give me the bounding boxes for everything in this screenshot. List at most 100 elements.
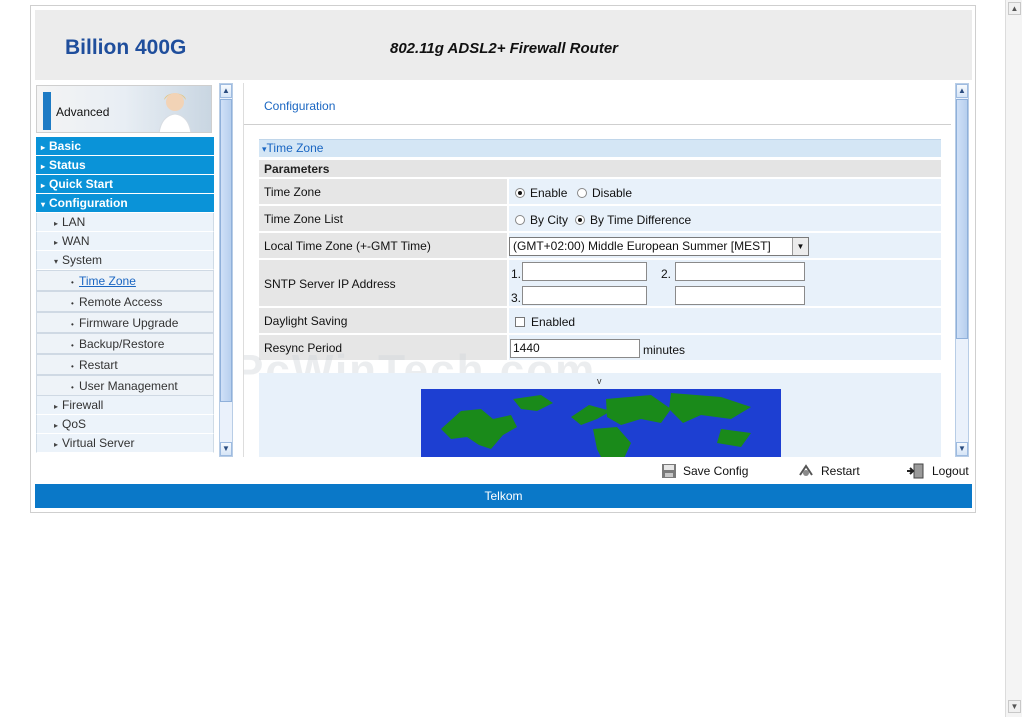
nav-time-zone[interactable]: • Time Zone (36, 270, 214, 291)
radio-enable[interactable] (515, 188, 525, 198)
daylight-saving-option[interactable]: Enabled (515, 315, 575, 329)
daylight-saving-value: Enabled (509, 308, 941, 333)
dot-icon: • (71, 320, 74, 329)
section-title: Time Zone (266, 141, 324, 155)
nav-wan[interactable]: ▸ WAN (36, 232, 214, 251)
params-header: Parameters (264, 162, 330, 176)
nav-restart[interactable]: • Restart (36, 354, 214, 375)
resync-period-input[interactable]: 1440 (510, 339, 640, 358)
nav-firmware-upgrade-label: Firmware Upgrade (79, 316, 179, 330)
logout-button[interactable]: Logout (906, 463, 969, 479)
sntp-1-label: 1. (511, 267, 522, 281)
sntp-2-input[interactable] (675, 262, 805, 281)
nav-lan-label: LAN (62, 215, 86, 229)
sidebar-scrollbar[interactable]: ▲ ▼ (219, 83, 233, 457)
scroll-up-arrow-icon[interactable]: ▲ (220, 84, 232, 98)
sidebar-scroll-thumb[interactable] (220, 99, 232, 402)
row-time-zone: Time Zone Enable Disable (259, 179, 941, 206)
nav-configuration[interactable]: ▾ Configuration (36, 194, 214, 213)
nav-system[interactable]: ▾ System (36, 251, 214, 270)
breadcrumb[interactable]: Configuration (264, 99, 335, 113)
nav-basic[interactable]: ▸ Basic (36, 137, 214, 156)
browser-scrollbar[interactable]: ▲ ▼ (1005, 0, 1022, 717)
nav-virtual-server[interactable]: ▸ Virtual Server (36, 434, 214, 453)
arrow-right-icon: ▸ (41, 143, 46, 152)
nav-user-management[interactable]: • User Management (36, 375, 214, 396)
nav-remote-access-label: Remote Access (79, 295, 163, 309)
nav-quick-start[interactable]: ▸ Quick Start (36, 175, 214, 194)
nav-backup-restore[interactable]: • Backup/Restore (36, 333, 214, 354)
params-header-row: Parameters (259, 160, 941, 179)
time-zone-enable[interactable]: Enable (515, 186, 567, 200)
daylight-saving-checkbox[interactable] (515, 317, 525, 327)
map-caret: v (597, 376, 602, 386)
sntp-1-input[interactable] (522, 262, 647, 281)
row-time-zone-list: Time Zone List By City By Time Differenc… (259, 206, 941, 233)
arrow-right-icon: ▸ (54, 219, 59, 228)
resync-period-unit: minutes (643, 343, 686, 357)
restart-button[interactable]: Restart (797, 463, 860, 479)
nav-qos-label: QoS (62, 417, 87, 431)
nav-quick-start-label: Quick Start (49, 177, 114, 191)
arrow-right-icon: ▸ (54, 238, 59, 247)
nav-status[interactable]: ▸ Status (36, 156, 214, 175)
section-header-time-zone[interactable]: ▾Time Zone (259, 139, 941, 157)
nav-qos[interactable]: ▸ QoS (36, 415, 214, 434)
scroll-down-arrow-icon[interactable]: ▼ (1008, 700, 1021, 713)
scroll-down-arrow-icon[interactable]: ▼ (220, 442, 232, 456)
local-time-zone-value: (GMT+02:00) Middle European Summer [MEST… (509, 233, 941, 258)
content-scroll-thumb[interactable] (956, 99, 968, 339)
resync-period-label: Resync Period (259, 335, 507, 360)
nav-firmware-upgrade[interactable]: • Firmware Upgrade (36, 312, 214, 333)
main-content: Configuration ▾Time Zone Parameters Time… (243, 83, 951, 457)
time-zone-disable[interactable]: Disable (577, 186, 632, 200)
daylight-saving-label: Daylight Saving (259, 308, 507, 333)
scroll-down-arrow-icon[interactable]: ▼ (956, 442, 968, 456)
router-frame: Billion 400G 802.11g ADSL2+ Firewall Rou… (30, 5, 976, 513)
local-time-zone-select[interactable]: (GMT+02:00) Middle European Summer [MEST… (509, 237, 809, 256)
sntp-server-value: 1. 2. 3. (509, 260, 941, 306)
dot-icon: • (71, 299, 74, 308)
chevron-down-icon[interactable]: ▼ (792, 238, 808, 255)
nav-restart-label: Restart (79, 358, 118, 372)
nav-list: ▸ Basic ▸ Status ▸ Quick Start ▾ Configurati… (36, 137, 214, 453)
by-city-option[interactable]: By City (515, 213, 568, 227)
row-sntp-server: SNTP Server IP Address 1. 2. 3. (259, 260, 941, 308)
nav-time-zone-label: Time Zone (79, 274, 136, 288)
arrow-right-icon: ▸ (54, 421, 59, 430)
dot-icon: • (71, 278, 74, 287)
world-map-icon[interactable] (421, 389, 781, 457)
radio-by-city[interactable] (515, 215, 525, 225)
save-config-label: Save Config (683, 464, 749, 478)
local-time-zone-label: Local Time Zone (+-GMT Time) (259, 233, 507, 258)
page: ▲ ▼ Billion 400G 802.11g ADSL2+ Firewall… (0, 0, 1022, 717)
banner-accent-bar (43, 92, 51, 130)
row-local-time-zone: Local Time Zone (+-GMT Time) (GMT+02:00)… (259, 233, 941, 260)
save-config-button[interactable]: Save Config (661, 463, 748, 479)
dot-icon: • (71, 383, 74, 392)
dot-icon: • (71, 362, 74, 371)
time-zone-list-value: By City By Time Difference (509, 206, 941, 231)
by-time-difference-option[interactable]: By Time Difference (575, 213, 691, 227)
sidebar: Advanced ▸ Basic ▸ Status ▸ Quick Start ▾ Co… (35, 83, 235, 457)
sntp-2-label: 2. (661, 267, 672, 281)
nav-remote-access[interactable]: • Remote Access (36, 291, 214, 312)
sntp-3-input[interactable] (522, 286, 647, 305)
footer-bar: Telkom (35, 484, 972, 508)
nav-lan[interactable]: ▸ LAN (36, 213, 214, 232)
arrow-down-icon: ▾ (54, 257, 59, 266)
by-city-label: By City (530, 213, 569, 227)
scroll-up-arrow-icon[interactable]: ▲ (956, 84, 968, 98)
content-scrollbar[interactable]: ▲ ▼ (955, 83, 969, 457)
local-time-zone-selected: (GMT+02:00) Middle European Summer [MEST… (513, 239, 771, 253)
nav-firewall[interactable]: ▸ Firewall (36, 396, 214, 415)
radio-disable[interactable] (577, 188, 587, 198)
scroll-up-arrow-icon[interactable]: ▲ (1008, 2, 1021, 15)
row-daylight-saving: Daylight Saving Enabled (259, 308, 941, 335)
settings-table: Parameters Time Zone Enable Disable Time… (259, 160, 941, 362)
radio-by-time-difference[interactable] (575, 215, 585, 225)
arrow-right-icon: ▸ (41, 181, 46, 190)
nav-virtual-server-label: Virtual Server (62, 436, 135, 450)
sntp-4-input[interactable] (675, 286, 805, 305)
nav-system-label: System (62, 253, 103, 267)
